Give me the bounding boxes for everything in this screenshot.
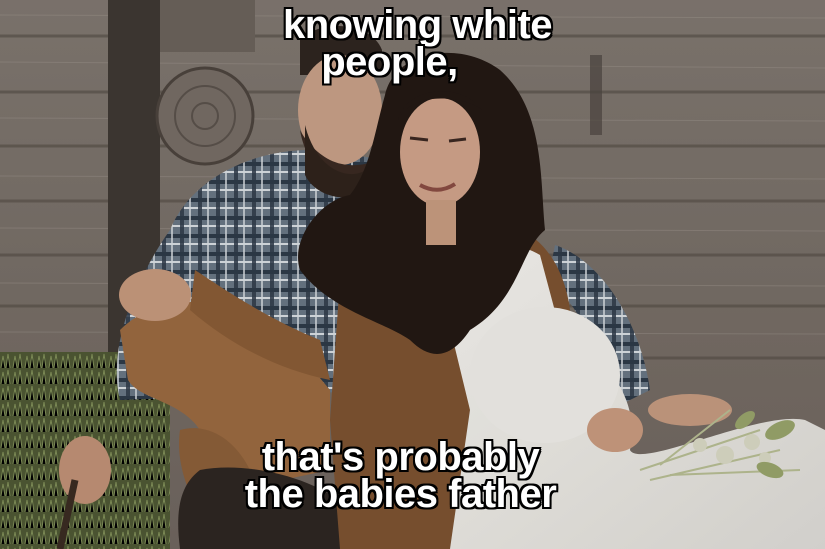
meme-image: knowing white people, that's probably th…: [0, 0, 825, 549]
top-caption-line-1: knowing white: [282, 3, 553, 47]
bottom-caption-line-1: that's probably: [261, 435, 541, 479]
top-caption-line-2: people,: [320, 40, 459, 84]
top-caption: knowing white people,: [6, 3, 825, 83]
bottom-caption: that's probably the babies father: [0, 435, 813, 516]
bottom-caption-line-2: the babies father: [244, 472, 558, 516]
